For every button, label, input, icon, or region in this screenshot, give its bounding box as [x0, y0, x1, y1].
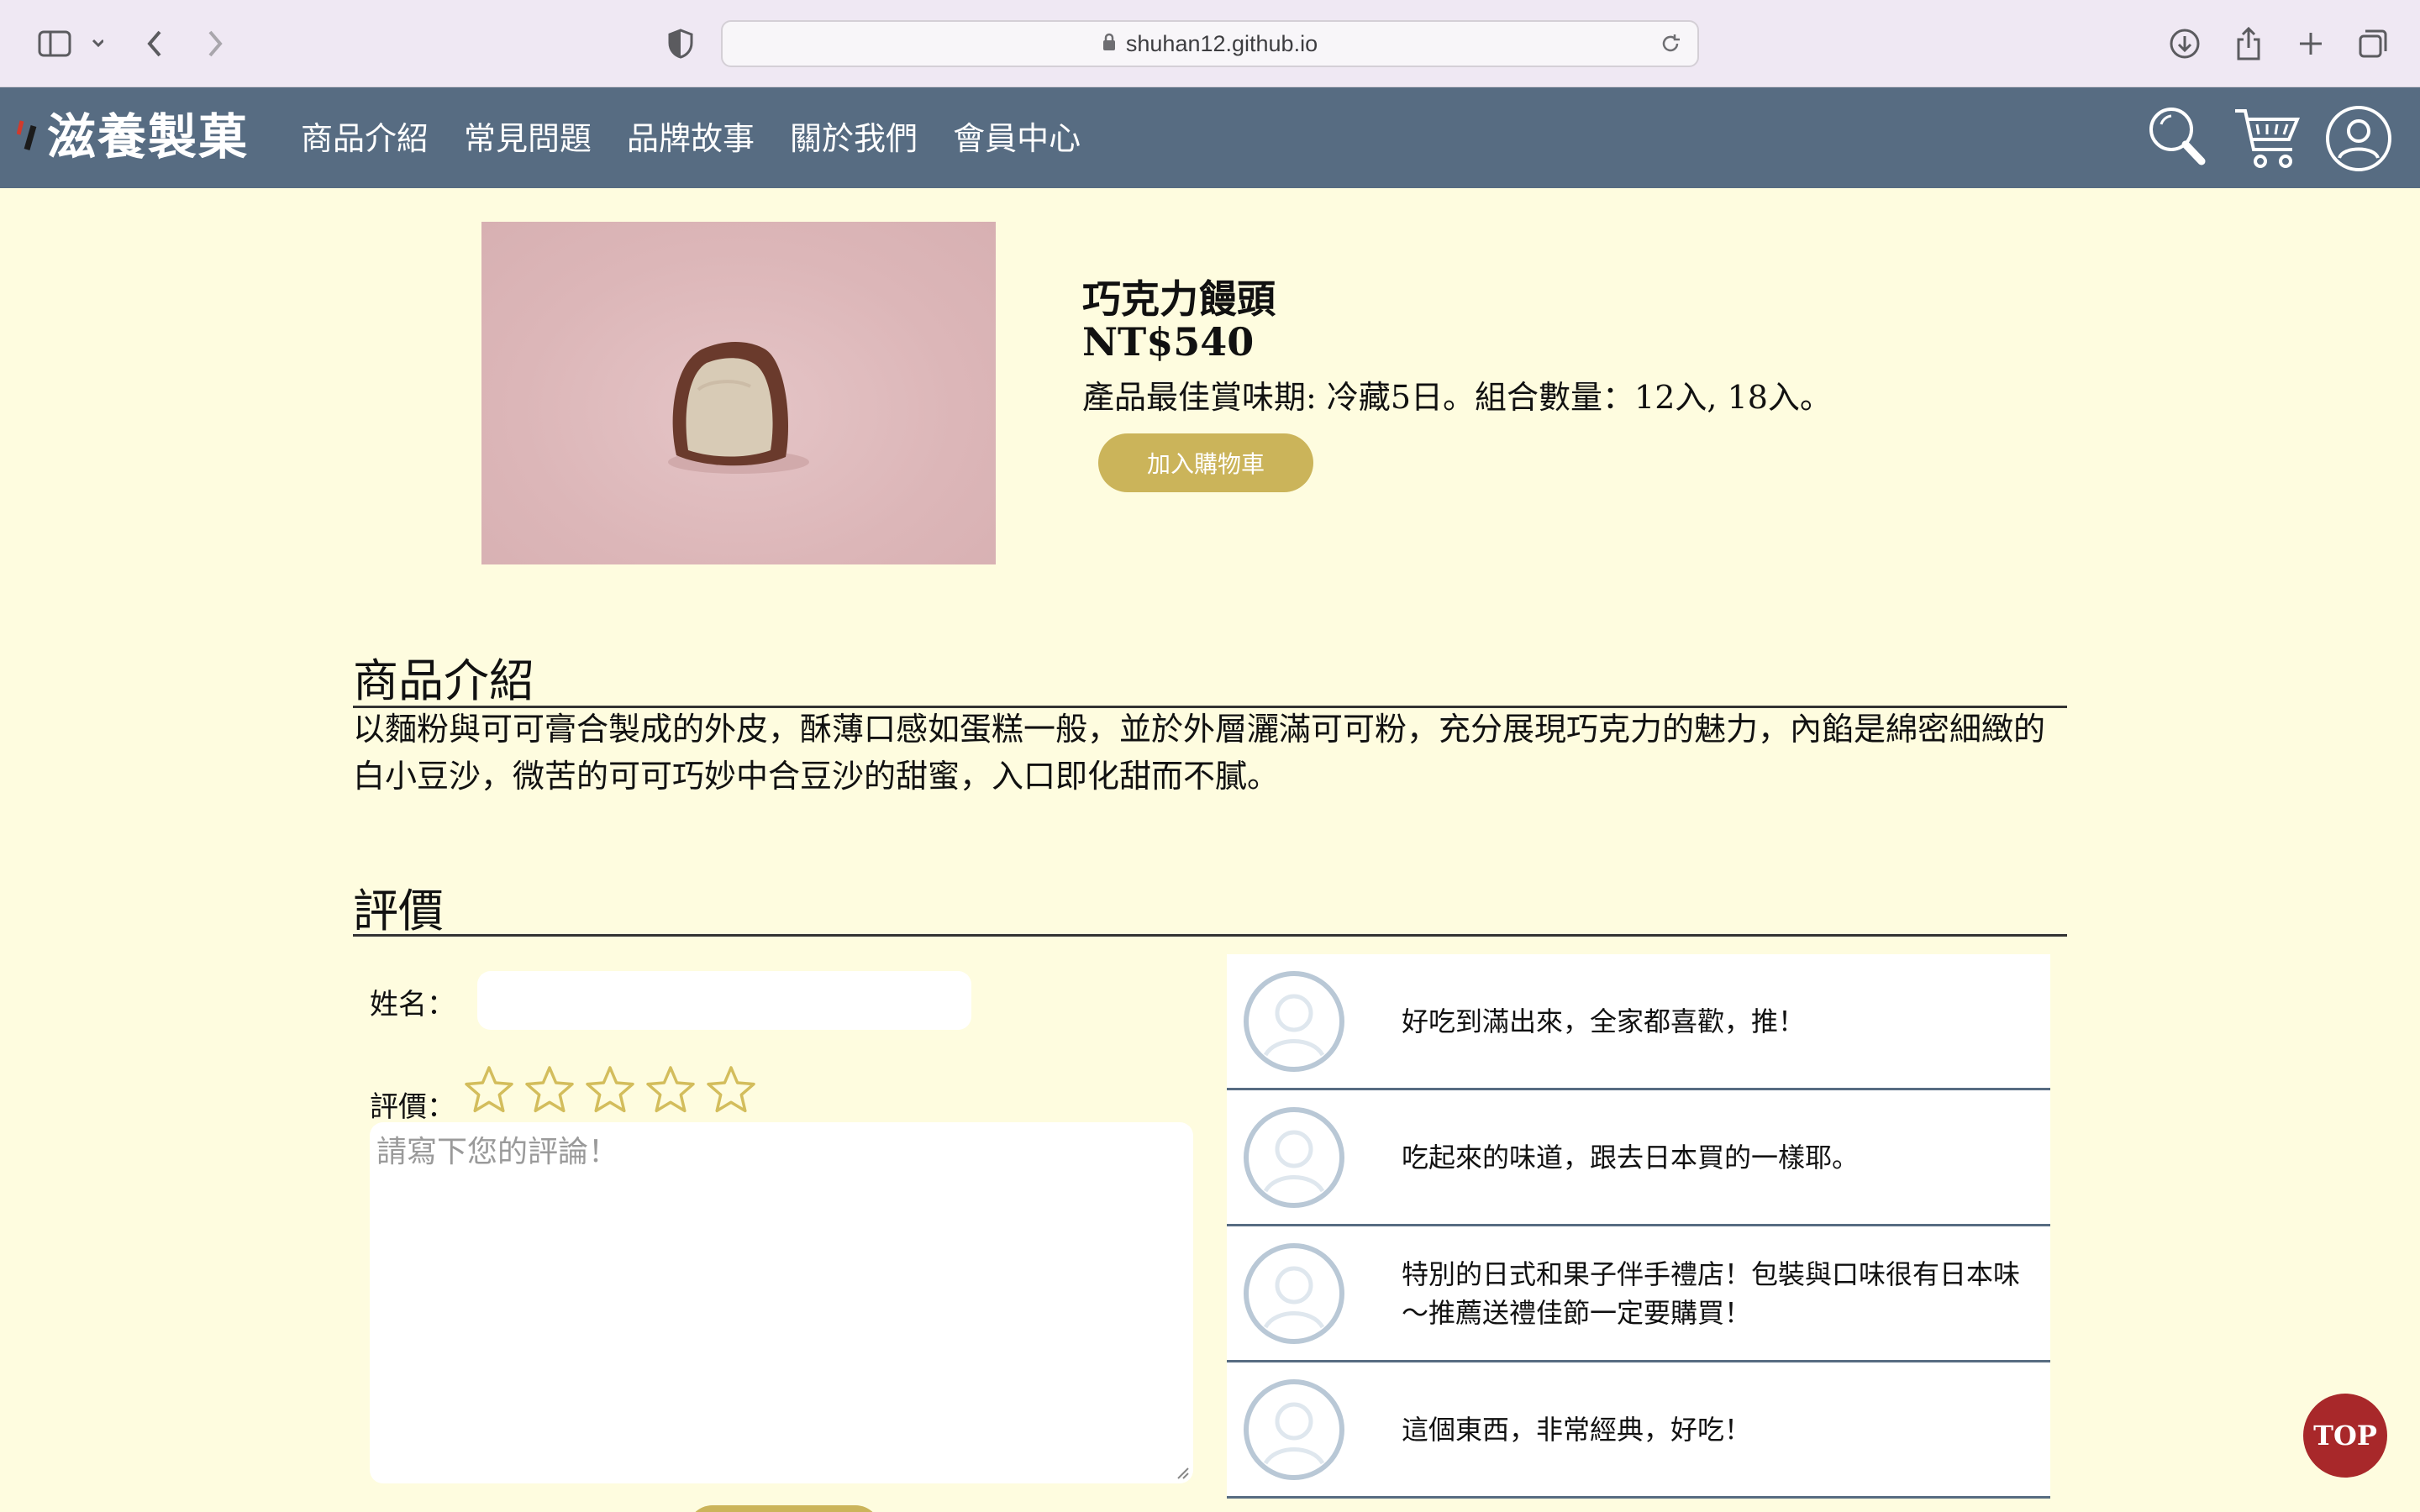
product-image — [481, 222, 996, 564]
product-name: 巧克力饅頭 — [1082, 276, 1276, 322]
review-list: 好吃到滿出來，全家都喜歡，推！ 吃起來的味道，跟去日本買的一樣耶。 特別的日式和… — [1227, 954, 2050, 1499]
review-heading: 評價 — [353, 885, 444, 937]
lock-icon — [1102, 31, 1116, 57]
share-icon[interactable] — [2230, 22, 2267, 66]
nav-item-products[interactable]: 商品介紹 — [301, 113, 429, 159]
url-text: shuhan12.github.io — [1125, 30, 1318, 56]
product-price: NT$540 — [1082, 319, 1255, 365]
nav-item-member[interactable]: 會員中心 — [953, 113, 1081, 159]
name-label: 姓名： — [370, 988, 455, 1021]
star-icon[interactable] — [524, 1065, 575, 1114]
review-text: 好吃到滿出來，全家都喜歡，推！ — [1402, 1005, 1806, 1037]
review-item: 特別的日式和果子伴手禮店！包裝與口味很有日本味～推薦送禮佳節一定要購買！ — [1227, 1226, 2050, 1362]
forward-icon[interactable] — [198, 22, 232, 66]
nav-item-brand-story[interactable]: 品牌故事 — [627, 113, 755, 159]
privacy-shield-icon[interactable] — [664, 22, 697, 66]
user-icon[interactable] — [2324, 104, 2393, 176]
review-item: 好吃到滿出來，全家都喜歡，推！ — [1227, 954, 2050, 1090]
cart-icon[interactable] — [2233, 104, 2301, 175]
nav-item-faq[interactable]: 常見問題 — [464, 113, 592, 159]
star-icon[interactable] — [585, 1065, 635, 1114]
review-text: 這個東西，非常經典，好吃！ — [1402, 1413, 1752, 1446]
intro-text: 以麵粉與可可膏合製成的外皮，酥薄口感如蛋糕一般，並於外層灑滿可可粉，充分展現巧克… — [353, 711, 2046, 795]
address-bar[interactable]: shuhan12.github.io — [721, 20, 1699, 67]
back-icon[interactable] — [138, 22, 171, 66]
comment-placeholder: 請寫下您的評論！ — [376, 1135, 619, 1169]
avatar-icon — [1244, 1243, 1344, 1344]
star-icon[interactable] — [645, 1065, 696, 1114]
star-rating[interactable] — [464, 1065, 756, 1114]
comment-textarea[interactable]: 請寫下您的評論！ — [370, 1122, 1193, 1483]
tabs-overview-icon[interactable] — [2354, 22, 2391, 66]
name-input[interactable] — [477, 971, 971, 1030]
resize-handle-icon[interactable] — [1175, 1465, 1190, 1480]
star-icon[interactable] — [464, 1065, 514, 1114]
review-text: 特別的日式和果子伴手禮店！包裝與口味很有日本味～推薦送禮佳節一定要購買！ — [1402, 1257, 2021, 1329]
avatar-icon — [1244, 971, 1344, 1072]
browser-toolbar: shuhan12.github.io — [0, 0, 2420, 87]
rating-label: 評價： — [370, 1090, 455, 1124]
search-icon[interactable] — [2148, 104, 2207, 171]
review-divider — [353, 934, 2067, 937]
avatar-icon — [1244, 1107, 1344, 1208]
site-logo[interactable]: 滋養製菓 — [17, 99, 249, 166]
site-header: 滋養製菓 商品介紹 常見問題 品牌故事 關於我們 會員中心 — [0, 87, 2420, 188]
logo-mark-icon — [17, 120, 37, 150]
star-icon[interactable] — [706, 1065, 756, 1114]
product-details: 產品最佳賞味期: 冷藏5日。組合數量：12入, 18入。 — [1082, 379, 1832, 416]
back-to-top-button[interactable]: TOP — [2303, 1394, 2387, 1478]
nav-item-about[interactable]: 關於我們 — [790, 113, 918, 159]
reload-icon[interactable] — [1659, 32, 1682, 61]
download-icon[interactable] — [2166, 22, 2203, 66]
review-text: 吃起來的味道，跟去日本買的一樣耶。 — [1402, 1141, 1860, 1173]
avatar-icon — [1244, 1379, 1344, 1480]
intro-heading: 商品介紹 — [353, 654, 534, 707]
logo-text: 滋養製菓 — [47, 108, 250, 165]
review-item: 這個東西，非常經典，好吃！ — [1227, 1362, 2050, 1499]
main-nav: 商品介紹 常見問題 品牌故事 關於我們 會員中心 — [301, 113, 1081, 159]
sidebar-toggle-icon[interactable] — [32, 22, 108, 66]
add-to-cart-button[interactable]: 加入購物車 — [1098, 433, 1313, 492]
new-tab-icon[interactable] — [2292, 22, 2329, 66]
submit-review-button[interactable] — [687, 1505, 881, 1512]
review-item: 吃起來的味道，跟去日本買的一樣耶。 — [1227, 1090, 2050, 1226]
